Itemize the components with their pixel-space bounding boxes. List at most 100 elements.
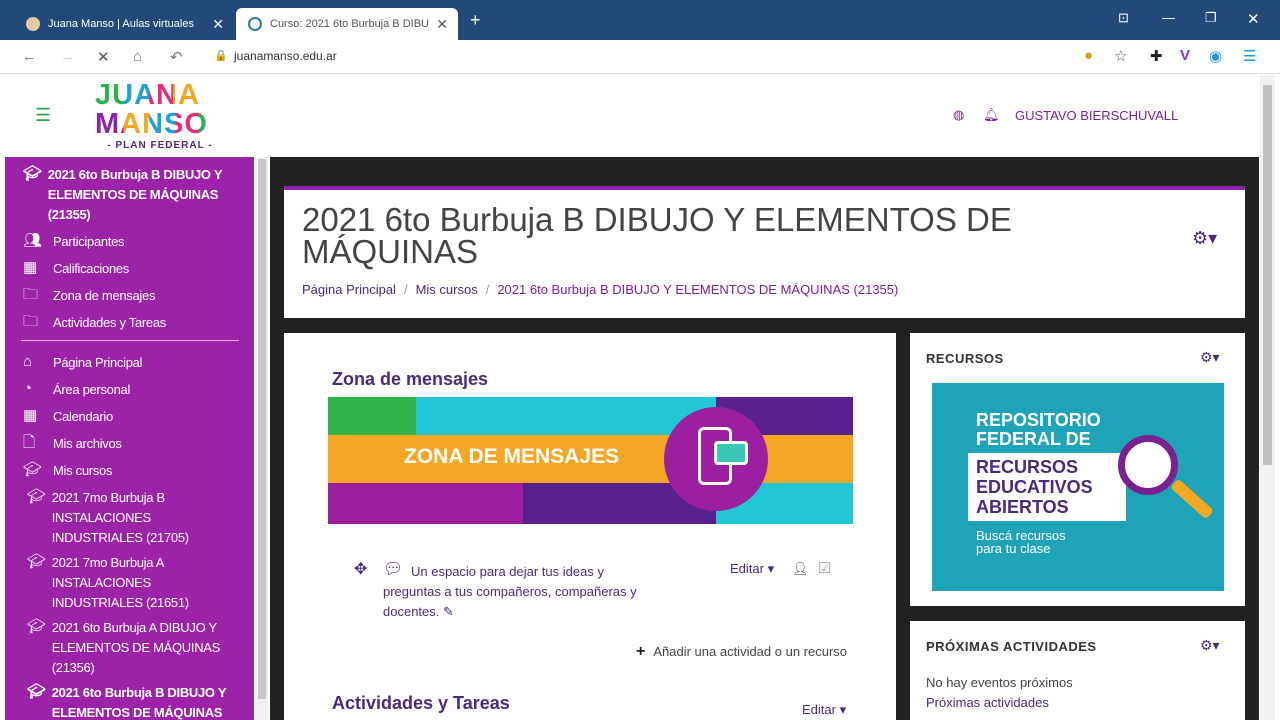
graduation-cap-icon: 🎓︎ (27, 488, 46, 505)
sidebar-item-label: Participantes (53, 234, 125, 249)
file-icon: 🗋 (23, 434, 35, 451)
globe-icon[interactable]: ◍ (953, 107, 964, 123)
sidebar-item-course[interactable]: 🎓︎ 2021 7mo Burbuja B INSTALACIONES INDU… (27, 488, 227, 548)
breadcrumb: Página Principal / Mis cursos/2021 6to Bur… (302, 282, 899, 297)
section-title[interactable]: Zona de mensajes (332, 369, 488, 390)
sidebar-item-calificaciones[interactable]: ▦ Calificaciones (23, 259, 129, 279)
completion-checkbox[interactable]: ☑ (818, 559, 831, 577)
close-window-icon[interactable]: ✕ (1247, 10, 1260, 28)
section-title[interactable]: Actividades y Tareas (332, 693, 510, 714)
forward-icon[interactable]: → (60, 48, 75, 65)
sidebar-item-zona-mensajes[interactable]: 🗀 Zona de mensajes (23, 286, 155, 306)
logo-line2: MANSO (95, 110, 225, 139)
restore-icon[interactable]: ❐ (1205, 10, 1217, 26)
user-menu[interactable]: GUSTAVO BIERSCHUVALL (1015, 108, 1178, 123)
sidebar-item-label: 2021 6to Burbuja B DIBUJO Y ELEMENTOS DE… (47, 167, 223, 222)
close-tab-icon[interactable]: ✕ (212, 16, 224, 33)
sidebar-item-label: 2021 7mo Burbuja A INSTALACIONES INDUSTR… (51, 555, 189, 610)
sidebar-divider (21, 340, 239, 341)
phone-chat-icon (664, 407, 768, 511)
address-bar: ← → ✕ ⌂ ↶ 🔒 juanamanso.edu.ar ● ☆ ✚ V ◉ … (0, 40, 1280, 74)
undo-icon[interactable]: ↶ (170, 48, 183, 66)
add-activity-label: Añadir una actividad o un recurso (653, 644, 848, 659)
scrollbar-thumb[interactable] (258, 159, 266, 699)
tab-aulas-virtuales[interactable]: Juana Manso | Aulas virtuales ✕ (14, 8, 234, 40)
add-activity-link[interactable]: + Añadir una actividad o un recurso (636, 643, 847, 661)
sidebar-scrollbar[interactable] (256, 157, 268, 720)
lock-icon[interactable]: 🔒 (214, 49, 228, 62)
course-header: 2021 6to Burbuja B DIBUJO Y ELEMENTOS DE… (284, 186, 1245, 318)
juana-manso-logo[interactable]: JUANA MANSO - PLAN FEDERAL - (95, 81, 225, 151)
dashboard-icon: ◔ (23, 380, 32, 397)
bookmark-star-icon[interactable]: ☆ (1114, 47, 1127, 65)
magnifier-icon (1118, 435, 1178, 495)
breadcrumb-item[interactable]: 2021 6to Burbuja B DIBUJO Y ELEMENTOS DE… (497, 282, 898, 297)
sidebar-item-actividades[interactable]: 🗀 Actividades y Tareas (23, 313, 166, 333)
stop-icon[interactable]: ✕ (97, 48, 110, 66)
graduation-cap-icon: 🎓︎ (23, 461, 42, 478)
page-title: 2021 6to Burbuja B DIBUJO Y ELEMENTOS DE… (302, 201, 1012, 270)
forum-description-text: Un espacio para dejar tus ideas y pregun… (383, 564, 637, 619)
sidebar-item-label: Calificaciones (53, 261, 130, 276)
move-icon[interactable]: ✥ (354, 559, 367, 579)
sidebar-item-mis-cursos[interactable]: 🎓︎ Mis cursos (23, 461, 112, 481)
hamburger-icon[interactable]: ☰ (35, 105, 51, 126)
url-field[interactable]: juanamanso.edu.ar (234, 49, 337, 63)
sidebar-item-label: 2021 6to Burbuja A DIBUJO Y ELEMENTOS DE… (51, 620, 221, 675)
recursos-heading: RECURSOS EDUCATIVOS ABIERTOS (976, 457, 1093, 517)
user-icon[interactable]: 👤︎ (792, 561, 809, 577)
forum-description[interactable]: Un espacio para dejar tus ideas y pregun… (383, 562, 638, 622)
sidebar-item-label: Mis archivos (53, 436, 122, 451)
gear-icon[interactable]: ⚙▾ (1200, 349, 1220, 366)
sidebar-item-label: 2021 6to Burbuja B DIBUJO Y ELEMENTOS DE… (51, 685, 227, 720)
sidebar-item-course-current[interactable]: 🎓︎ 2021 6to Burbuja B DIBUJO Y ELEMENTOS… (27, 683, 239, 720)
gear-icon[interactable]: ⚙▾ (1192, 228, 1217, 249)
breadcrumb-item[interactable]: Mis cursos (416, 282, 478, 297)
sidebar-item-label: Mis cursos (53, 463, 113, 478)
edit-label: Editar (730, 561, 764, 576)
new-tab-icon[interactable]: + (470, 10, 481, 31)
block-recursos: RECURSOS ⚙▾ REPOSITORIO FEDERAL DE RECURS… (910, 333, 1245, 606)
edit-menu[interactable]: Editar ▾ (802, 702, 846, 718)
sidebar-item-calendario[interactable]: ▦ Calendario (23, 407, 113, 427)
sidebar-item-area-personal[interactable]: ◔ Área personal (23, 380, 130, 400)
bell-icon[interactable]: 🔔︎ (983, 107, 1000, 123)
sidebar-item-pagina-principal[interactable]: ⌂ Página Principal (23, 353, 142, 373)
puzzle-icon[interactable]: ✚ (1150, 47, 1163, 65)
minimize-icon[interactable]: — (1162, 10, 1175, 25)
sidebar-item-label: 2021 7mo Burbuja B INSTALACIONES INDUSTR… (51, 490, 189, 545)
gear-icon[interactable]: ⚙▾ (1200, 637, 1220, 654)
back-icon[interactable]: ← (22, 48, 37, 65)
zona-mensajes-banner: ZONA DE MENSAJES (328, 397, 853, 524)
close-tab-icon[interactable]: ✕ (436, 16, 448, 33)
page-scrollbar[interactable] (1260, 75, 1275, 720)
sidebar-item-participantes[interactable]: 👥︎ Participantes (23, 232, 125, 252)
table-icon: ▦ (23, 259, 37, 276)
breadcrumb-item[interactable]: Página Principal (302, 282, 396, 297)
v-extension-icon[interactable]: V (1180, 47, 1190, 64)
sidebar-item-course[interactable]: 🎓︎ 2021 6to Burbuja A DIBUJO Y ELEMENTOS… (27, 618, 237, 678)
upcoming-activities-link[interactable]: Próximas actividades (926, 695, 1049, 710)
tab-title: Juana Manso | Aulas virtuales (48, 18, 194, 30)
tab-title: Curso: 2021 6to Burbuja B DIBU (270, 18, 429, 30)
course-content: Zona de mensajes ZONA DE MENSAJES ✥ 💬︎ U… (284, 333, 896, 720)
sidebar-item-mis-archivos[interactable]: 🗋 Mis archivos (23, 434, 122, 454)
tab-curso[interactable]: Curso: 2021 6to Burbuja B DIBU ✕ (236, 8, 458, 40)
extension-icon[interactable]: ● (1084, 47, 1093, 64)
home-icon[interactable]: ⌂ (133, 48, 142, 65)
folder-icon: 🗀 (23, 286, 38, 303)
profile-icon[interactable]: ◉ (1209, 47, 1222, 65)
home-icon: ⌂ (23, 353, 32, 370)
repositorio-banner[interactable]: REPOSITORIO FEDERAL DE RECURSOS EDUCATIVOS… (932, 383, 1224, 591)
edit-menu[interactable]: Editar ▾ (730, 561, 774, 577)
tab-search-icon[interactable]: ⊡ (1118, 10, 1129, 26)
pencil-icon[interactable]: ✎ (443, 604, 454, 619)
repositorio-heading: REPOSITORIO FEDERAL DE (976, 410, 1101, 449)
scrollbar-thumb[interactable] (1263, 85, 1272, 465)
plus-icon: + (636, 643, 646, 660)
sidebar-item-current-course[interactable]: 🎓︎ 2021 6to Burbuja B DIBUJO Y ELEMENTOS… (23, 165, 245, 225)
sidebar-item-course[interactable]: 🎓︎ 2021 7mo Burbuja A INSTALACIONES INDU… (27, 553, 227, 613)
favicon-icon (26, 17, 40, 31)
menu-icon[interactable]: ☰ (1243, 47, 1256, 65)
sidebar-item-label: Calendario (53, 409, 113, 424)
